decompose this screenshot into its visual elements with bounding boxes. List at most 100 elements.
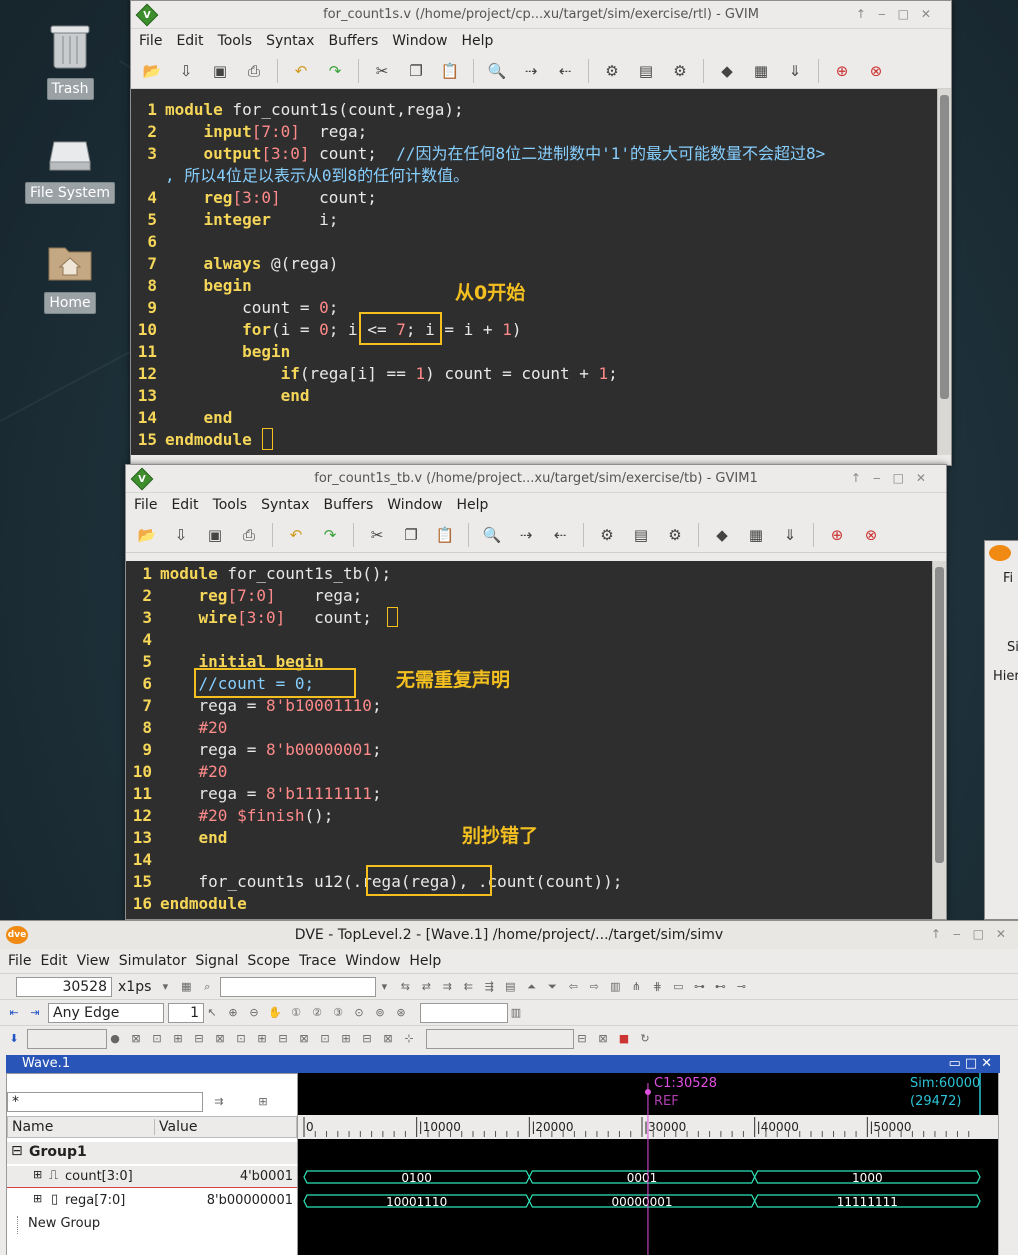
wave-tab-bar[interactable]: Wave.1 ▭□✕ <box>6 1055 1000 1073</box>
sim-tool-icon[interactable]: ⊟ <box>191 1031 207 1047</box>
sim-tool-icon[interactable]: ⊞ <box>170 1031 186 1047</box>
tool-icon[interactable]: ⏷ <box>544 979 560 995</box>
find-icon[interactable]: 🔍 <box>481 524 503 546</box>
filter-field[interactable]: * <box>7 1092 203 1112</box>
menu-simulator[interactable]: Simulator <box>119 953 187 969</box>
sim-tool-icon[interactable]: ● <box>107 1031 123 1047</box>
jump-tag-icon[interactable]: ⇓ <box>779 524 801 546</box>
dropdown-icon[interactable]: ▾ <box>376 979 392 995</box>
menu-edit[interactable]: Edit <box>40 953 67 969</box>
sim-tool-icon[interactable]: ⊡ <box>317 1031 333 1047</box>
open-icon[interactable]: 📂 <box>141 60 163 82</box>
menu-view[interactable]: View <box>77 953 110 969</box>
menu-scope[interactable]: Scope <box>247 953 290 969</box>
find-next-icon[interactable]: ⇢ <box>515 524 537 546</box>
menu-window[interactable]: Window <box>345 953 400 969</box>
run-script-icon[interactable]: ⚙ <box>664 524 686 546</box>
find-icon[interactable]: 🔍 <box>486 60 508 82</box>
menu-syntax[interactable]: Syntax <box>266 33 314 49</box>
window-controls[interactable]: ↑‒□✕ <box>851 471 938 485</box>
select-icon[interactable]: ▦ <box>178 979 194 995</box>
menu-help[interactable]: Help <box>409 953 441 969</box>
menu-edit[interactable]: Edit <box>176 33 203 49</box>
paste-icon[interactable]: 📋 <box>439 60 461 82</box>
sim-tool-icon[interactable]: ⊞ <box>338 1031 354 1047</box>
zoom-in-icon[interactable]: ⊕ <box>225 1005 241 1021</box>
run-script-icon[interactable]: ⚙ <box>669 60 691 82</box>
help-icon[interactable]: ⊕ <box>831 60 853 82</box>
find-prev-icon[interactable]: ⇠ <box>549 524 571 546</box>
desktop-icon-file-system[interactable]: File System <box>22 134 118 204</box>
load-session-icon[interactable]: ⚙ <box>596 524 618 546</box>
zoom-cursor-icon[interactable]: ⊚ <box>372 1005 388 1021</box>
menu-buffers[interactable]: Buffers <box>323 497 373 513</box>
cut-icon[interactable]: ✂ <box>371 60 393 82</box>
save-icon[interactable]: ⇩ <box>175 60 197 82</box>
tool-icon[interactable]: ⏶ <box>523 979 539 995</box>
sim-tool-icon[interactable]: ⊠ <box>296 1031 312 1047</box>
sim-tool-icon[interactable]: ⊠ <box>212 1031 228 1047</box>
network-icon[interactable]: ⊹ <box>401 1031 417 1047</box>
copy-icon[interactable]: ❐ <box>400 524 422 546</box>
help-icon[interactable]: ⊕ <box>826 524 848 546</box>
menu-window[interactable]: Window <box>387 497 442 513</box>
title-bar[interactable]: dve DVE - TopLevel.2 - [Wave.1] /home/pr… <box>0 921 1018 949</box>
next-edge-icon[interactable]: ⇥ <box>27 1005 43 1021</box>
save-session-icon[interactable]: ▤ <box>635 60 657 82</box>
tool-icon[interactable]: ⇉ <box>439 979 455 995</box>
time-field[interactable]: 30528 <box>16 976 112 997</box>
sim-tool-icon[interactable]: ⊞ <box>254 1031 270 1047</box>
menu-file[interactable]: File <box>8 953 31 969</box>
menu-signal[interactable]: Signal <box>195 953 238 969</box>
tool-icon[interactable]: ⊟ <box>574 1031 590 1047</box>
name-column-header[interactable]: Name <box>12 1119 53 1135</box>
sim-tool-icon[interactable]: ⊟ <box>275 1031 291 1047</box>
value-column-header[interactable]: Value <box>154 1119 197 1135</box>
make-icon[interactable]: ◆ <box>716 60 738 82</box>
copy-icon[interactable]: ❐ <box>405 60 427 82</box>
menu-edit[interactable]: Edit <box>171 497 198 513</box>
save-icon[interactable]: ⇩ <box>170 524 192 546</box>
signal-row-count[interactable]: ⊞ ⎍ count[3:0] 4'b0001 <box>7 1166 297 1188</box>
window-controls[interactable]: ↑‒□✕ <box>931 927 1018 941</box>
filter-tool-icon[interactable]: ⇉ <box>211 1094 227 1110</box>
sim-tool-icon[interactable]: ⊡ <box>149 1031 165 1047</box>
tool-icon[interactable]: ▭ <box>670 979 686 995</box>
build-tags-icon[interactable]: ▦ <box>745 524 767 546</box>
edge-count-field[interactable]: 1 <box>168 1002 204 1023</box>
undo-icon[interactable]: ↶ <box>290 60 312 82</box>
window-controls[interactable]: ↑‒□✕ <box>856 7 943 21</box>
redo-icon[interactable]: ↷ <box>324 60 346 82</box>
find-prev-icon[interactable]: ⇠ <box>554 60 576 82</box>
tool-icon[interactable]: ⇄ <box>418 979 434 995</box>
desktop-icon-trash[interactable]: Trash <box>22 22 118 100</box>
menu-trace[interactable]: Trace <box>299 953 336 969</box>
desktop-icon-home[interactable]: Home <box>22 240 118 314</box>
zoom-fit-icon[interactable]: ① <box>288 1005 304 1021</box>
signal-select[interactable] <box>426 1028 574 1049</box>
pointer-icon[interactable]: ↖ <box>204 1005 220 1021</box>
tool-icon[interactable]: ⊷ <box>712 979 728 995</box>
menu-help[interactable]: Help <box>456 497 488 513</box>
pan-icon[interactable]: ✋ <box>267 1005 283 1021</box>
menu-buffers[interactable]: Buffers <box>328 33 378 49</box>
zoom-full-icon[interactable]: ⊙ <box>351 1005 367 1021</box>
refresh-icon[interactable]: ↻ <box>637 1031 653 1047</box>
save-all-icon[interactable]: ▣ <box>209 60 231 82</box>
print-icon[interactable]: ⎙ <box>243 60 265 82</box>
menu-help[interactable]: Help <box>461 33 493 49</box>
undo-icon[interactable]: ↶ <box>285 524 307 546</box>
title-bar[interactable]: V for_count1s.v (/home/project/cp...xu/t… <box>131 1 951 29</box>
sim-tool-icon[interactable]: ⊡ <box>233 1031 249 1047</box>
sim-tool-icon[interactable]: ⊟ <box>359 1031 375 1047</box>
code-editor[interactable]: 1 module for_count1s_tb(); 2 reg [7:0] rega… <box>126 561 932 919</box>
menu-file[interactable]: File <box>139 33 162 49</box>
find-next-icon[interactable]: ⇢ <box>520 60 542 82</box>
save-session-icon[interactable]: ▤ <box>630 524 652 546</box>
code-editor[interactable]: 1 module for_count1s(count,rega); 2 input[… <box>131 89 937 455</box>
signal-row-rega[interactable]: ⊞ ▯ rega[7:0] 8'b00000001 <box>7 1190 297 1212</box>
tool-icon[interactable]: ▤ <box>502 979 518 995</box>
wave-scrollbar[interactable] <box>998 1073 1018 1255</box>
sim-tool-icon[interactable]: ⊠ <box>128 1031 144 1047</box>
zoom-3-icon[interactable]: ③ <box>330 1005 346 1021</box>
